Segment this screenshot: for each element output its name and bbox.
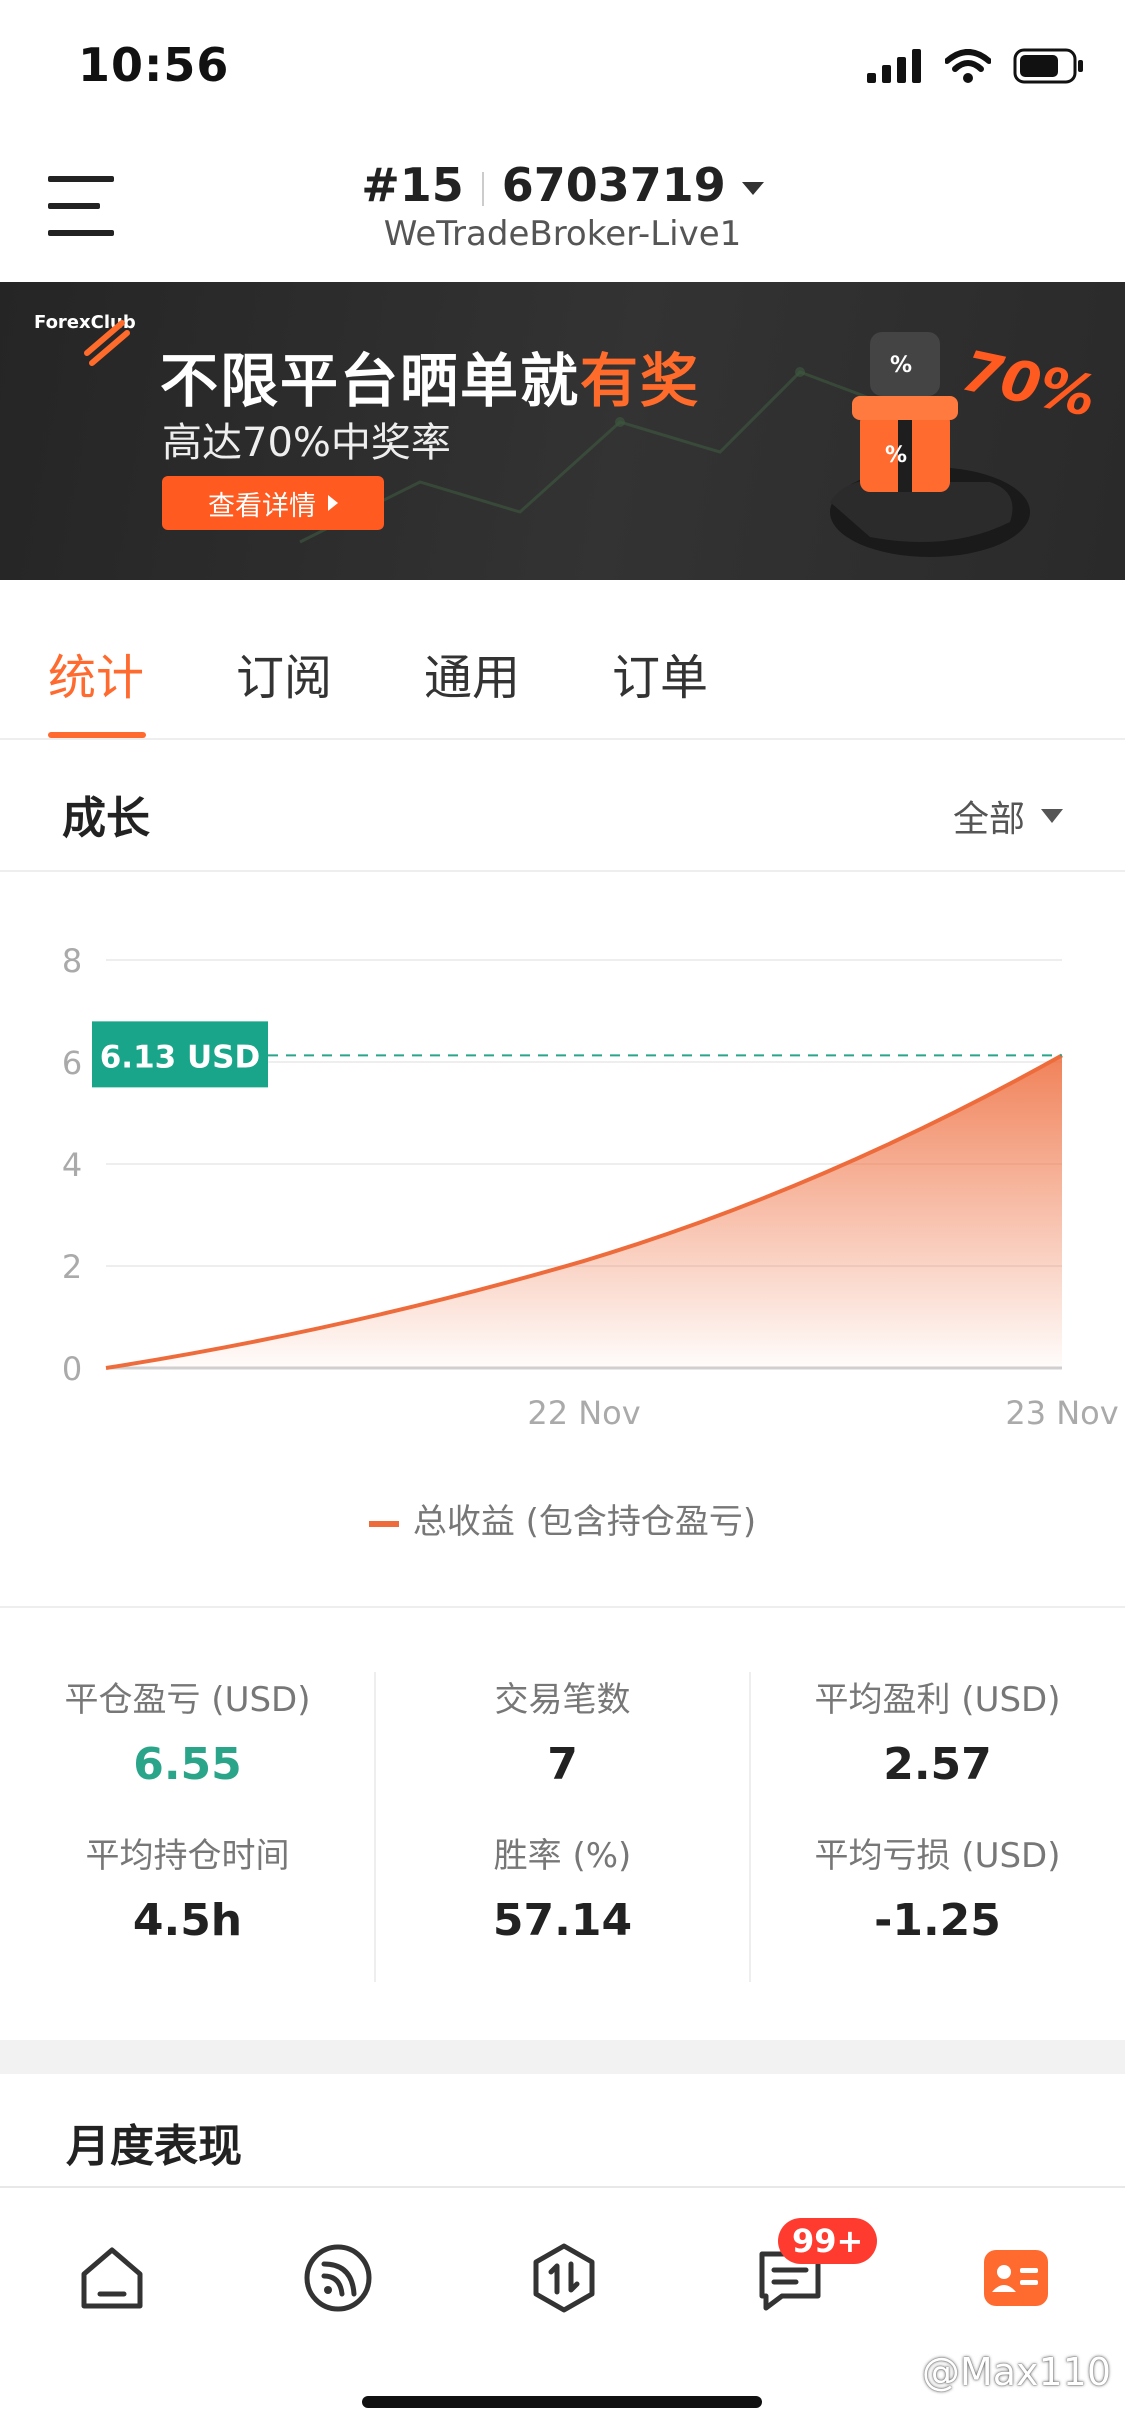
active-tab-indicator <box>48 732 146 738</box>
nav-feed[interactable] <box>298 2238 378 2318</box>
stat-value: 6.55 <box>133 1739 242 1790</box>
account-selector[interactable]: #15 6703719 <box>0 158 1125 212</box>
range-dropdown[interactable]: 全部 <box>953 790 1063 842</box>
banner-details-button[interactable]: 查看详情 <box>162 476 384 530</box>
stat-label: 交易笔数 <box>494 1680 631 1720</box>
stat-average-profit: 平均盈利 (USD) 2.57 <box>750 1672 1125 1790</box>
range-selected-value: 全部 <box>952 799 1025 840</box>
stat-label: 胜率 (%) <box>493 1836 632 1876</box>
status-bar: 10:56 <box>0 0 1125 130</box>
account-number: 6703719 <box>501 158 726 212</box>
y-tick-label: 8 <box>62 942 82 980</box>
chevron-down-icon <box>1041 809 1063 823</box>
series-area <box>106 1055 1062 1368</box>
stats-grid: 平仓盈亏 (USD) 6.55 交易笔数 7 平均盈利 (USD) 2.57 平… <box>0 1608 1125 2028</box>
stat-value: -1.25 <box>874 1895 1001 1946</box>
stat-value: 57.14 <box>492 1895 633 1946</box>
svg-text:%: % <box>885 443 907 468</box>
y-tick-label: 6 <box>62 1044 82 1082</box>
forexclub-logo-mark-icon <box>84 320 130 366</box>
y-tick-label: 4 <box>62 1146 82 1184</box>
legend-swatch <box>368 1520 399 1527</box>
stat-label: 平均亏损 (USD) <box>814 1836 1061 1876</box>
growth-title: 成长 <box>62 793 150 844</box>
monthly-performance-title: 月度表现 <box>66 2121 242 2172</box>
svg-text:%: % <box>890 353 912 378</box>
banner-details-label: 查看详情 <box>208 490 316 522</box>
status-time: 10:56 <box>78 38 230 92</box>
trade-exchange-icon <box>533 2243 595 2313</box>
banner-headline-highlight: 有奖 <box>580 347 701 415</box>
stat-trade-count: 交易笔数 7 <box>375 1672 750 1790</box>
promo-banner[interactable]: ForexClub 不限平台晒单就有奖 高达70%中奖率 查看详情 % % 70… <box>0 282 1125 580</box>
play-arrow-icon <box>328 495 338 511</box>
y-tick-label: 2 <box>62 1248 82 1286</box>
profile-card-icon <box>984 2250 1048 2306</box>
stat-value: 7 <box>547 1739 578 1790</box>
chart-legend: 总收益 (包含持仓盈亏) <box>0 1494 1125 1543</box>
stat-label: 平均持仓时间 <box>85 1836 290 1876</box>
stat-closed-pnl: 平仓盈亏 (USD) 6.55 <box>0 1672 375 1790</box>
app-screen: 10:56 #15 6703719 WeTradeBroker-Live1 Fo… <box>0 0 1125 2436</box>
battery-icon <box>1013 48 1083 84</box>
x-tick-label: 23 Nov <box>1005 1394 1118 1432</box>
watermark: @Max110 <box>921 2350 1111 2394</box>
stat-average-loss: 平均亏损 (USD) -1.25 <box>750 1828 1125 1946</box>
x-tick-label: 22 Nov <box>527 1394 640 1432</box>
account-server: WeTradeBroker-Live1 <box>383 214 742 254</box>
banner-headline: 不限平台晒单就有奖 <box>160 334 700 418</box>
stat-win-rate: 胜率 (%) 57.14 <box>375 1828 750 1946</box>
y-tick-label: 0 <box>62 1350 82 1388</box>
tab-bar: 统计 订阅 通用 订单 <box>0 582 1125 740</box>
tab-general[interactable]: 通用 <box>424 638 520 708</box>
stats-column-divider <box>374 1672 376 1982</box>
nav-trade[interactable] <box>524 2238 604 2318</box>
messages-count-badge: 99+ <box>778 2218 878 2264</box>
nav-profile[interactable] <box>976 2238 1056 2318</box>
banner-subtitle: 高达70%中奖率 <box>162 420 451 466</box>
stat-value: 2.57 <box>883 1739 992 1790</box>
wifi-icon <box>945 49 991 83</box>
home-indicator[interactable] <box>362 2396 762 2408</box>
stat-average-holding-time: 平均持仓时间 4.5h <box>0 1828 375 1946</box>
current-value-label: 6.13 USD <box>100 1039 261 1075</box>
account-id: #15 <box>361 158 464 212</box>
home-icon <box>81 2247 143 2309</box>
tab-statistics[interactable]: 统计 <box>48 638 144 708</box>
nav-home[interactable] <box>72 2238 152 2318</box>
rss-feed-icon <box>304 2244 372 2312</box>
growth-header: 成长 全部 <box>0 742 1125 872</box>
section-separator <box>0 2040 1125 2074</box>
chevron-down-icon <box>741 182 764 195</box>
stat-label: 平仓盈亏 (USD) <box>64 1680 311 1720</box>
signal-icon <box>867 49 921 83</box>
app-header: #15 6703719 WeTradeBroker-Live1 <box>0 140 1125 280</box>
growth-chart[interactable]: 0 2 4 6 8 22 Nov 23 Nov 6.13 USD <box>0 874 1125 1554</box>
tab-subscriptions[interactable]: 订阅 <box>236 638 332 708</box>
stats-column-divider <box>749 1672 751 1982</box>
stat-label: 平均盈利 (USD) <box>814 1680 1061 1720</box>
tab-orders[interactable]: 订单 <box>612 638 708 708</box>
stat-value: 4.5h <box>132 1895 243 1946</box>
banner-headline-text: 不限平台晒单就 <box>160 347 581 415</box>
title-separator <box>481 171 484 206</box>
status-icons <box>867 48 1085 84</box>
legend-label: 总收益 (包含持仓盈亏) <box>412 1502 757 1542</box>
